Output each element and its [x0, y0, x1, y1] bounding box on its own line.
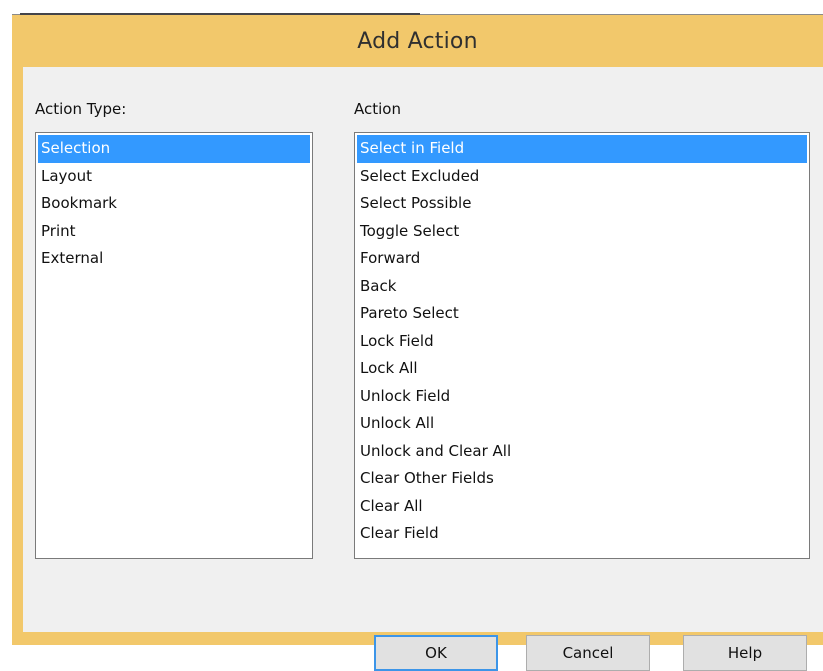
help-button[interactable]: Help — [683, 635, 807, 671]
action-list: Select in Field Select Excluded Select Pos… — [355, 133, 809, 548]
action-item-unlock-and-clear-all[interactable]: Unlock and Clear All — [357, 438, 807, 466]
action-item-clear-all[interactable]: Clear All — [357, 493, 807, 521]
action-item-unlock-field[interactable]: Unlock Field — [357, 383, 807, 411]
action-item-clear-other-fields[interactable]: Clear Other Fields — [357, 465, 807, 493]
action-type-label: Action Type: — [35, 100, 127, 118]
action-item-clear-field[interactable]: Clear Field — [357, 520, 807, 548]
background-strip — [0, 0, 823, 16]
action-type-item-bookmark[interactable]: Bookmark — [38, 190, 310, 218]
dialog-title: Add Action — [357, 28, 478, 54]
action-item-back[interactable]: Back — [357, 273, 807, 301]
action-listbox[interactable]: Select in Field Select Excluded Select Pos… — [354, 132, 810, 559]
action-type-item-layout[interactable]: Layout — [38, 163, 310, 191]
action-item-select-in-field[interactable]: Select in Field — [357, 135, 807, 163]
dialog-titlebar[interactable]: Add Action — [12, 15, 823, 67]
action-type-item-selection[interactable]: Selection — [38, 135, 310, 163]
action-label: Action — [354, 100, 401, 118]
action-type-listbox[interactable]: Selection Layout Bookmark Print External — [35, 132, 313, 559]
add-action-dialog: Add Action Action Type: Action Selection… — [12, 15, 823, 671]
action-item-select-possible[interactable]: Select Possible — [357, 190, 807, 218]
ok-button[interactable]: OK — [374, 635, 498, 671]
action-type-item-print[interactable]: Print — [38, 218, 310, 246]
action-item-unlock-all[interactable]: Unlock All — [357, 410, 807, 438]
dialog-client-area: Action Type: Action Selection Layout Bookm… — [23, 67, 823, 671]
action-item-forward[interactable]: Forward — [357, 245, 807, 273]
action-item-pareto-select[interactable]: Pareto Select — [357, 300, 807, 328]
action-item-lock-field[interactable]: Lock Field — [357, 328, 807, 356]
action-type-list: Selection Layout Bookmark Print External — [36, 133, 312, 273]
cancel-button[interactable]: Cancel — [526, 635, 650, 671]
action-item-select-excluded[interactable]: Select Excluded — [357, 163, 807, 191]
action-type-item-external[interactable]: External — [38, 245, 310, 273]
action-item-lock-all[interactable]: Lock All — [357, 355, 807, 383]
action-item-toggle-select[interactable]: Toggle Select — [357, 218, 807, 246]
